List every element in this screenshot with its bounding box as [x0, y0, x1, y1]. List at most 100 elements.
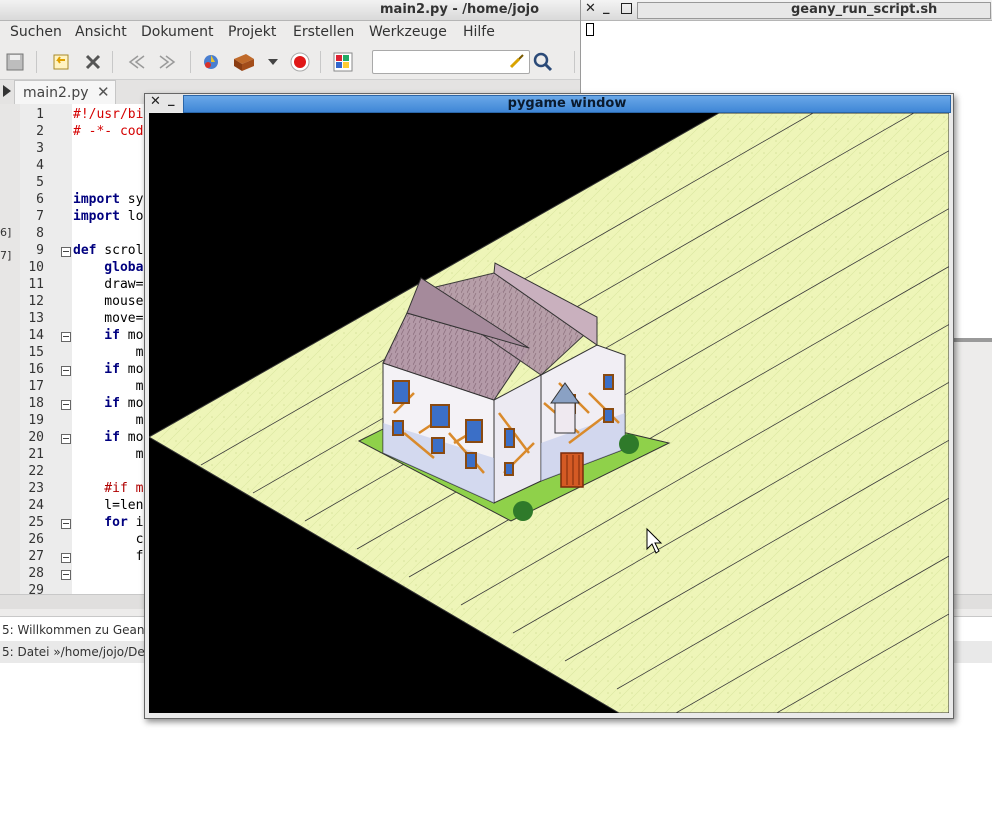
forward-icon[interactable]	[158, 51, 180, 73]
line-number: 5	[36, 175, 44, 190]
stop-icon[interactable]	[289, 51, 311, 73]
line-number: 3	[36, 141, 44, 156]
code-line[interactable]: m	[73, 379, 144, 394]
code-line[interactable]: if mo	[73, 328, 143, 343]
line-number: 7	[36, 209, 44, 224]
maximize-icon[interactable]	[621, 3, 632, 14]
code-text: mouse	[73, 294, 144, 309]
fold-toggle-icon[interactable]	[61, 434, 71, 444]
fold-toggle-icon[interactable]	[61, 247, 71, 257]
line-number: 24	[28, 498, 44, 513]
pygame-titlebar[interactable]: ✕ _ pygame window	[145, 93, 953, 113]
fold-toggle-icon[interactable]	[61, 570, 71, 580]
code-text: move=	[73, 311, 144, 326]
minimize-icon[interactable]: _	[168, 93, 175, 107]
code-line[interactable]: #if m	[73, 481, 143, 496]
code-line[interactable]: c	[73, 532, 144, 547]
line-number: 11	[28, 277, 44, 292]
code-text: l=len	[73, 498, 144, 513]
code-text: m	[73, 413, 144, 428]
isometric-scene[interactable]	[149, 113, 949, 713]
search-icon[interactable]	[532, 51, 554, 73]
sidebar-number: 7]	[0, 249, 12, 262]
fold-toggle-icon[interactable]	[61, 400, 71, 410]
menu-suchen[interactable]: Suchen	[10, 24, 62, 40]
pygame-window[interactable]: ✕ _ pygame window	[144, 93, 954, 719]
tab-main2[interactable]: main2.py ✕	[14, 80, 116, 105]
menu-hilfe[interactable]: Hilfe	[463, 24, 495, 40]
code-line[interactable]: m	[73, 413, 144, 428]
close-icon[interactable]	[82, 51, 104, 73]
game-canvas[interactable]	[149, 113, 949, 713]
code-text: lo	[119, 209, 144, 224]
back-icon[interactable]	[124, 51, 146, 73]
code-line[interactable]: globa	[73, 260, 143, 275]
code-text: mo	[119, 430, 144, 445]
code-keyword: def	[73, 243, 97, 258]
fold-toggle-icon[interactable]	[61, 366, 71, 376]
line-number: 9	[36, 243, 44, 258]
compile-icon[interactable]	[200, 51, 222, 73]
status-message: 5: Willkommen zu Gean	[2, 623, 145, 637]
search-input[interactable]	[372, 50, 530, 74]
toolbar	[0, 45, 580, 80]
close-icon[interactable]: ✕	[585, 2, 596, 16]
clear-icon[interactable]	[507, 52, 525, 74]
color-picker-icon[interactable]	[332, 51, 354, 73]
code-line[interactable]: mouse	[73, 294, 143, 309]
code-line[interactable]: if mo	[73, 430, 143, 445]
tab-close-icon[interactable]: ✕	[97, 83, 110, 101]
code-text: mo	[119, 328, 144, 343]
revert-icon[interactable]	[50, 51, 72, 73]
menu-werkzeuge[interactable]: Werkzeuge	[369, 24, 447, 40]
geany-titlebar[interactable]: main2.py - /home/jojo	[0, 0, 580, 21]
code-text: #!/usr/bi	[73, 107, 144, 122]
code-line[interactable]: if mo	[73, 396, 143, 411]
code-text: sy	[119, 192, 144, 207]
fold-toggle-icon[interactable]	[61, 519, 71, 529]
line-number: 10	[28, 260, 44, 275]
menu-erstellen[interactable]: Erstellen	[293, 24, 354, 40]
terminal-cursor	[586, 23, 594, 36]
chevron-down-icon[interactable]	[262, 51, 284, 73]
code-line[interactable]: draw=	[73, 277, 143, 292]
code-line[interactable]: for i	[73, 515, 143, 530]
code-line[interactable]: # -*- cod	[73, 124, 143, 139]
code-line[interactable]: m	[73, 447, 144, 462]
code-line[interactable]: import sy	[73, 192, 143, 207]
code-text: i	[127, 515, 144, 530]
code-text: draw=	[73, 277, 144, 292]
menu-dokument[interactable]: Dokument	[141, 24, 214, 40]
geany-title: main2.py - /home/jojo	[380, 2, 540, 17]
code-line[interactable]: move=	[73, 311, 143, 326]
save-icon[interactable]	[4, 51, 26, 73]
code-line[interactable]: if mo	[73, 362, 143, 377]
code-line[interactable]: l=len	[73, 498, 143, 513]
line-number: 6	[36, 192, 44, 207]
code-text: f	[73, 549, 144, 564]
code-line[interactable]: f	[73, 549, 144, 564]
chevron-right-icon[interactable]	[2, 84, 12, 102]
code-text: m	[73, 345, 144, 360]
menu-projekt[interactable]: Projekt	[228, 24, 276, 40]
line-number: 8	[36, 226, 44, 241]
menu-ansicht[interactable]: Ansicht	[75, 24, 127, 40]
code-keyword: globa	[73, 260, 144, 275]
code-line[interactable]: def scrol	[73, 243, 143, 258]
line-number: 21	[28, 447, 44, 462]
fold-toggle-icon[interactable]	[61, 332, 71, 342]
close-icon[interactable]: ✕	[150, 95, 161, 109]
line-number: 17	[28, 379, 44, 394]
build-icon[interactable]	[232, 51, 254, 73]
line-number: 13	[28, 311, 44, 326]
terminal-titlebar[interactable]: ✕ _ geany_run_script.sh	[581, 0, 992, 21]
code-line[interactable]: #!/usr/bi	[73, 107, 143, 122]
fold-toggle-icon[interactable]	[61, 553, 71, 563]
line-number: 1	[36, 107, 44, 122]
code-line[interactable]: import lo	[73, 209, 143, 224]
minimize-icon[interactable]: _	[603, 1, 610, 15]
line-number: 12	[28, 294, 44, 309]
code-text: mo	[119, 362, 144, 377]
line-number: 28	[28, 566, 44, 581]
code-line[interactable]: m	[73, 345, 144, 360]
